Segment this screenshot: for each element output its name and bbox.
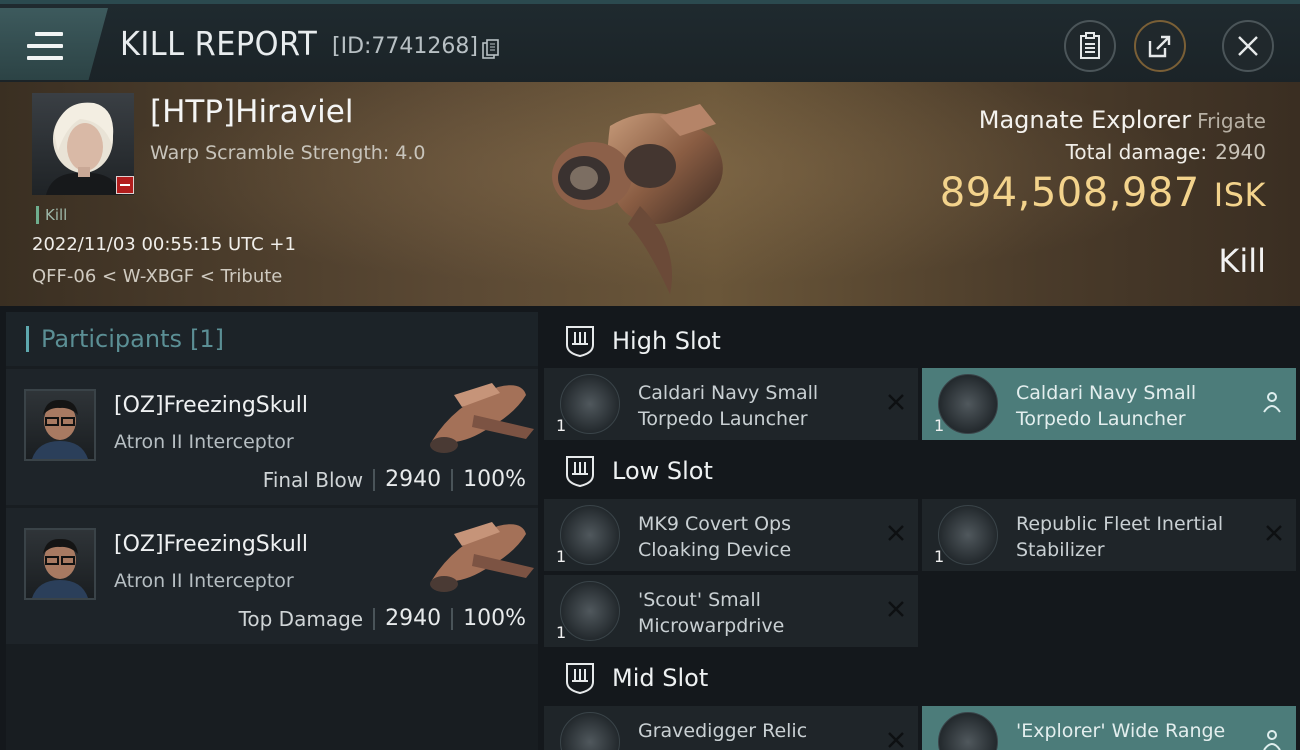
module-item[interactable]: 1 Republic Fleet Inertial Stabilizer	[922, 499, 1296, 571]
module-icon	[560, 505, 620, 565]
module-quantity: 1	[556, 547, 567, 566]
slot-icon	[566, 456, 594, 487]
module-name: Caldari Navy Small Torpedo Launcher	[638, 382, 819, 430]
x-icon	[888, 525, 904, 541]
menu-button[interactable]	[0, 8, 108, 80]
close-button[interactable]	[1222, 20, 1274, 72]
clipboard-button[interactable]	[1064, 20, 1116, 72]
menu-icon	[27, 32, 63, 60]
module-item[interactable]: 1 MK9 Covert Ops Cloaking Device	[544, 499, 918, 571]
top-bar: KILL REPORT [ID:7741268]	[0, 0, 1300, 82]
close-icon	[1238, 36, 1258, 56]
victim-name[interactable]: [HTP]Hiraviel	[150, 94, 353, 130]
module-name: Republic Fleet Inertial Stabilizer	[1016, 513, 1224, 561]
page-title: KILL REPORT	[120, 24, 318, 63]
module-icon	[938, 505, 998, 565]
participant-ship-image	[430, 522, 534, 592]
kill-location[interactable]: QFF-06 < W-XBGF < Tribute	[32, 266, 282, 287]
module-name: 'Scout' Small Microwarpdrive	[638, 589, 785, 637]
victim-ship-image	[552, 104, 723, 294]
report-id: [ID:7741268]	[332, 34, 478, 59]
module-icon	[938, 374, 998, 434]
module-name: Caldari Navy Small Torpedo Launcher	[1016, 382, 1197, 430]
module-icon	[560, 712, 620, 750]
module-item[interactable]: 1 Caldari Navy Small Torpedo Launcher	[544, 368, 918, 440]
participant-name[interactable]: [OZ]FreezingSkull	[114, 532, 308, 557]
kill-datetime: 2022/11/03 00:55:15 UTC +1	[32, 234, 296, 255]
participants-header: Participants [1]	[6, 312, 538, 366]
total-damage: Total damage: 2940	[1065, 140, 1266, 164]
module-icon	[938, 712, 998, 750]
participant-row[interactable]: [OZ]FreezingSkull Atron II Interceptor T…	[6, 508, 538, 644]
participant-stats: Final Blow 2940 100%	[263, 467, 526, 492]
module-quantity: 1	[934, 547, 945, 566]
low-slot-header: Low Slot	[544, 444, 1300, 498]
participants-panel: Participants [1] [OZ]FreezingSkull Atron …	[6, 312, 538, 750]
participant-damage: 2940	[385, 606, 442, 631]
participant-ship: Atron II Interceptor	[114, 431, 294, 453]
module-name: Gravedigger Relic	[638, 720, 808, 742]
destroyed-badge	[116, 176, 134, 194]
x-icon	[888, 601, 904, 617]
slot-icon	[566, 326, 594, 357]
high-slot-header: High Slot	[544, 314, 1300, 368]
warp-scramble-strength: Warp Scramble Strength: 4.0	[150, 142, 426, 164]
pilot-icon	[1263, 730, 1281, 750]
participant-stats: Top Damage 2940 100%	[239, 606, 526, 631]
isk-value: 894,508,987 ISK	[939, 170, 1266, 216]
share-icon	[1148, 35, 1171, 58]
x-icon	[1266, 525, 1282, 541]
slot-icon	[566, 663, 594, 694]
mid-slot-header: Mid Slot	[544, 651, 1300, 705]
result-label: Kill	[1218, 242, 1266, 280]
share-button[interactable]	[1134, 20, 1186, 72]
fitting-panel: High Slot 1 Caldari Navy Small Torpedo L…	[544, 312, 1300, 750]
module-quantity: 1	[556, 416, 567, 435]
victim-banner: [HTP]Hiraviel Warp Scramble Strength: 4.…	[0, 82, 1300, 306]
pilot-icon	[1263, 392, 1281, 413]
avatar	[24, 389, 96, 461]
module-quantity: 1	[556, 623, 567, 642]
participant-row[interactable]: [OZ]FreezingSkull Atron II Interceptor F…	[6, 369, 538, 505]
module-item[interactable]: 1 Caldari Navy Small Torpedo Launcher	[922, 368, 1296, 440]
module-item[interactable]: 1 'Explorer' Wide Range	[922, 706, 1296, 750]
participant-ship: Atron II Interceptor	[114, 570, 294, 592]
ship-class: Frigate	[1197, 109, 1266, 133]
module-icon	[560, 581, 620, 641]
participant-name[interactable]: [OZ]FreezingSkull	[114, 393, 308, 418]
kill-tag: Kill	[36, 206, 67, 224]
module-quantity: 1	[934, 416, 945, 435]
participant-role: Final Blow	[262, 467, 364, 492]
module-item[interactable]: 1 Gravedigger Relic	[544, 706, 918, 750]
x-icon	[888, 394, 904, 410]
participant-damage: 2940	[385, 467, 442, 492]
copy-icon[interactable]	[482, 39, 500, 59]
victim-ship[interactable]: Magnate Explorer Frigate	[979, 106, 1266, 134]
module-name: 'Explorer' Wide Range	[1016, 720, 1226, 742]
participant-role: Top Damage	[238, 606, 364, 631]
module-name: MK9 Covert Ops Cloaking Device	[638, 513, 792, 561]
participant-percent: 100%	[463, 467, 526, 492]
participant-percent: 100%	[463, 606, 526, 631]
x-icon	[888, 732, 904, 748]
clipboard-icon	[1080, 32, 1100, 59]
avatar	[24, 528, 96, 600]
participant-ship-image	[430, 383, 534, 453]
module-item[interactable]: 1 'Scout' Small Microwarpdrive	[544, 575, 918, 647]
module-icon	[560, 374, 620, 434]
